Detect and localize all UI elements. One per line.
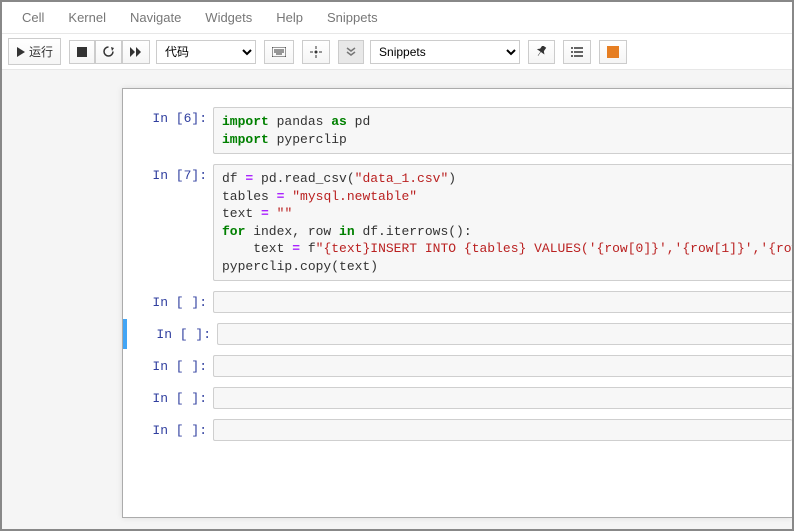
notebook: In [6]:import pandas as pd import pyperc… [122,88,792,518]
target-icon [310,46,322,58]
code-cell[interactable]: In [ ]: [123,287,792,317]
nbextension-button-1[interactable] [302,40,330,64]
menubar: Cell Kernel Navigate Widgets Help Snippe… [2,2,792,34]
code-cell[interactable]: In [ ]: [123,319,792,349]
run-label: 运行 [29,43,53,60]
cell-prompt: In [ ]: [123,419,213,441]
stop-icon [77,47,87,57]
cell-input[interactable] [213,355,792,377]
cell-input[interactable]: import pandas as pd import pyperclip [213,107,792,154]
play-icon [16,47,26,57]
keyboard-icon [272,47,286,57]
code-cell[interactable]: In [6]:import pandas as pd import pyperc… [123,103,792,158]
cell-input[interactable] [213,387,792,409]
restart-button[interactable] [95,40,122,64]
cell-prompt: In [7]: [123,164,213,281]
cell-input[interactable]: df = pd.read_csv("data_1.csv") tables = … [213,164,792,281]
code-cell[interactable]: In [ ]: [123,351,792,381]
cell-prompt: In [6]: [123,107,213,154]
pin-button[interactable] [528,40,555,64]
menu-kernel[interactable]: Kernel [56,6,118,29]
menu-navigate[interactable]: Navigate [118,6,193,29]
toolbar: 运行 代码 [2,34,792,70]
pin-icon [536,46,547,57]
refresh-icon [103,46,114,57]
cell-input[interactable] [217,323,792,345]
cell-prompt: In [ ]: [123,291,213,313]
celltype-select[interactable]: 代码 [156,40,256,64]
list-icon [571,47,583,57]
interrupt-button[interactable] [69,40,95,64]
menu-widgets[interactable]: Widgets [193,6,264,29]
list-button[interactable] [563,40,591,64]
menu-help[interactable]: Help [264,6,315,29]
orange-button[interactable] [599,40,627,64]
restart-run-all-button[interactable] [122,40,150,64]
chevron-down-double-icon [346,47,356,57]
notebook-area: In [6]:import pandas as pd import pyperc… [2,70,792,531]
command-palette-button[interactable] [264,40,294,64]
menu-cell[interactable]: Cell [10,6,56,29]
menu-snippets[interactable]: Snippets [315,6,390,29]
orange-square-icon [607,46,619,58]
cell-prompt: In [ ]: [127,323,217,345]
snippets-select[interactable]: Snippets [370,40,520,64]
code-cell[interactable]: In [ ]: [123,383,792,413]
fast-forward-icon [130,47,142,57]
cell-input[interactable] [213,291,792,313]
cell-input[interactable] [213,419,792,441]
run-button[interactable]: 运行 [8,38,61,65]
code-cell[interactable]: In [ ]: [123,415,792,445]
cell-prompt: In [ ]: [123,355,213,377]
cell-prompt: In [ ]: [123,387,213,409]
nbextension-button-2[interactable] [338,40,364,64]
code-cell[interactable]: In [7]:df = pd.read_csv("data_1.csv") ta… [123,160,792,285]
